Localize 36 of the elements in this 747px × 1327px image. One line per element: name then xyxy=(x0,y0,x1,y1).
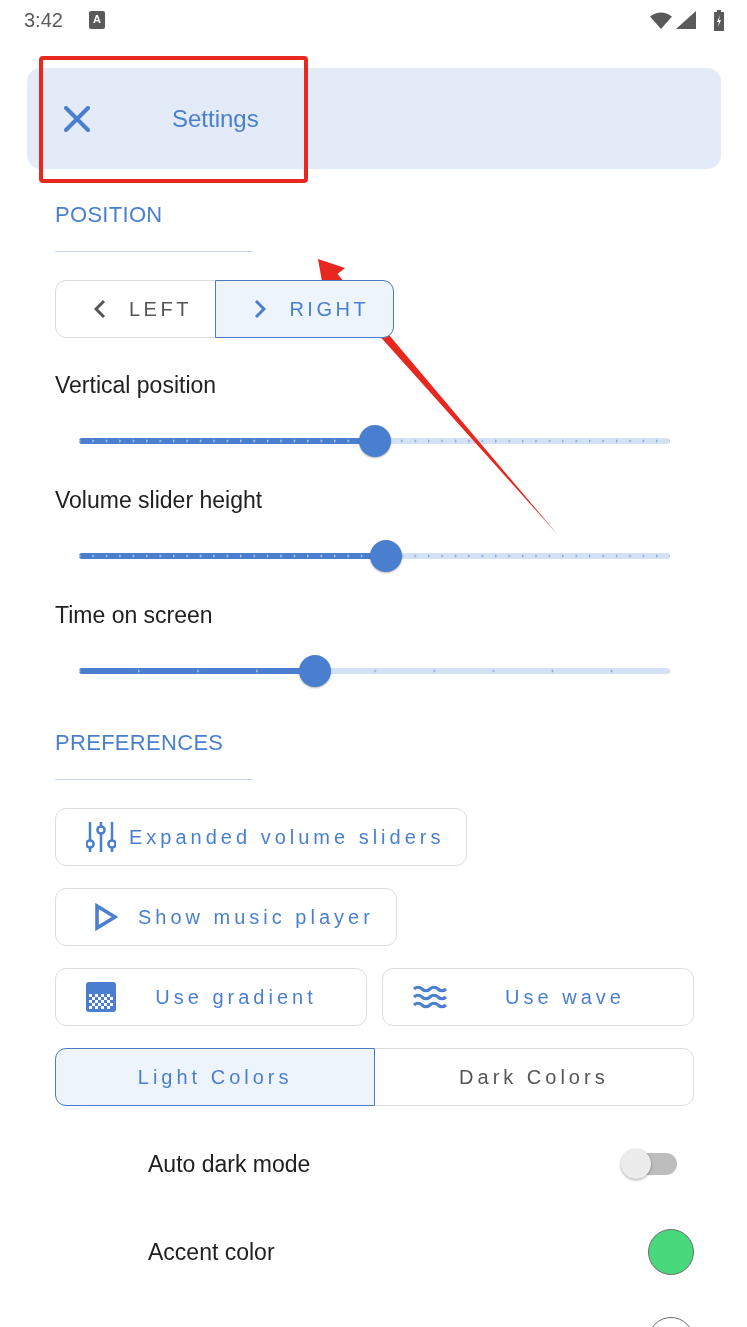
side-option-tab[interactable]: LEFT xyxy=(55,280,217,338)
signal-icon xyxy=(676,11,696,29)
slider-track[interactable] xyxy=(79,425,670,457)
status-time: 3:42 xyxy=(24,8,63,32)
wifi-icon xyxy=(650,11,672,29)
close-icon[interactable] xyxy=(64,105,90,132)
slider-thumb[interactable] xyxy=(370,540,403,572)
theme-option-tab[interactable]: Light Colors xyxy=(55,1048,376,1106)
slider-track[interactable] xyxy=(79,655,670,687)
slider-track[interactable] xyxy=(79,540,670,572)
sliders-icon xyxy=(86,821,116,853)
style-button[interactable]: Use wave xyxy=(382,968,694,1026)
toggle-switch[interactable] xyxy=(621,1149,677,1179)
style-button[interactable]: Use gradient xyxy=(55,968,367,1026)
waves-icon xyxy=(413,984,447,1010)
option-button[interactable]: Expanded volume sliders xyxy=(55,808,468,866)
theme-option-tab[interactable]: Dark Colors xyxy=(373,1048,694,1106)
slider-thumb[interactable] xyxy=(358,425,391,457)
slider-label: Time on screen xyxy=(55,601,214,629)
slider-thumb[interactable] xyxy=(299,655,332,687)
side-option-tab[interactable]: RIGHT xyxy=(215,280,395,338)
chevron-right-icon xyxy=(254,299,267,319)
chevron-left-icon xyxy=(94,299,106,319)
play-icon xyxy=(94,903,118,931)
slider-label: Volume slider height xyxy=(55,486,264,514)
slider-label: Vertical position xyxy=(55,371,218,399)
color-swatch-icon[interactable] xyxy=(648,1229,694,1275)
notification-icon: A xyxy=(88,11,105,29)
section-heading: PREFERENCES xyxy=(55,730,225,756)
setting-label: Accent color xyxy=(148,1238,275,1266)
header-title: Settings xyxy=(172,104,259,133)
section-heading: POSITION xyxy=(55,202,164,228)
option-button[interactable]: Show music player xyxy=(55,888,397,946)
battery-charging-icon xyxy=(714,9,724,31)
checkered-square-icon xyxy=(86,982,116,1012)
setting-label: Auto dark mode xyxy=(148,1150,311,1178)
